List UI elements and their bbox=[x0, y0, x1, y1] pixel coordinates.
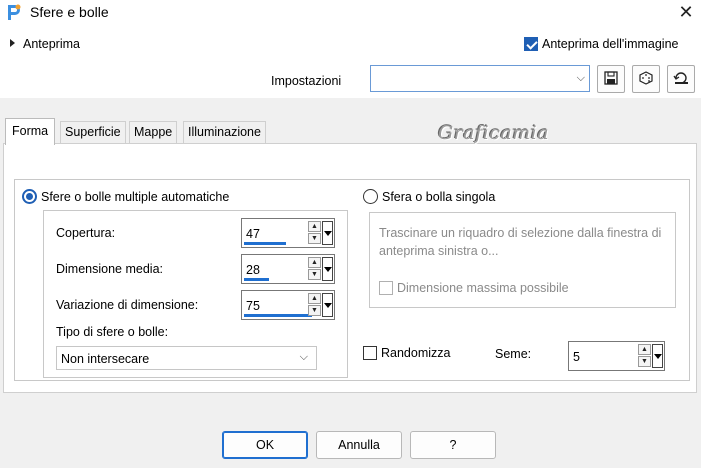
slider-dropdown-icon[interactable] bbox=[652, 344, 663, 368]
reset-icon bbox=[673, 72, 688, 84]
paintshop-icon bbox=[6, 3, 22, 21]
preview-toggle[interactable]: Anteprima bbox=[10, 37, 80, 51]
coverage-value: 47 bbox=[246, 227, 260, 241]
watermark-logo: Graficamia bbox=[438, 122, 550, 144]
preview-label: Anteprima bbox=[23, 37, 80, 51]
spin-up-icon[interactable]: ▲ bbox=[308, 221, 321, 232]
slider-dropdown-icon[interactable] bbox=[322, 257, 333, 281]
settings-dropdown[interactable]: ⌵ bbox=[370, 65, 590, 92]
multiple-label: Sfere o bolle multiple automatiche bbox=[41, 190, 230, 204]
mean-size-spinner[interactable]: 28 ▲ ▼ bbox=[241, 254, 335, 284]
image-preview-checkbox[interactable]: Anteprima dell'immagine bbox=[524, 37, 678, 51]
window-title: Sfere e bolle bbox=[30, 4, 109, 20]
seed-spinner[interactable]: 5 ▲ ▼ bbox=[568, 341, 665, 371]
coverage-bar bbox=[244, 242, 286, 245]
type-value: Non intersecare bbox=[61, 352, 150, 366]
save-icon bbox=[604, 71, 618, 85]
mean-size-value: 28 bbox=[246, 263, 260, 277]
seed-label: Seme: bbox=[495, 347, 532, 361]
spin-up-icon[interactable]: ▲ bbox=[638, 344, 651, 355]
image-preview-label: Anteprima dell'immagine bbox=[542, 37, 679, 51]
tab-superficie[interactable]: Superficie bbox=[60, 121, 126, 144]
close-icon[interactable]: ✕ bbox=[672, 0, 700, 26]
radio-selected-icon bbox=[22, 189, 37, 204]
multiple-radio[interactable]: Sfere o bolle multiple automatiche bbox=[22, 189, 234, 204]
slider-dropdown-icon[interactable] bbox=[322, 221, 333, 245]
max-size-checkbox[interactable]: Dimensione massima possibile bbox=[379, 281, 569, 295]
spin-down-icon[interactable]: ▼ bbox=[308, 233, 321, 244]
tab-forma[interactable]: Forma bbox=[5, 118, 56, 145]
single-hint: Trascinare un riquadro di selezione dall… bbox=[379, 226, 662, 258]
size-variation-value: 75 bbox=[246, 299, 260, 313]
help-button[interactable]: ? bbox=[410, 431, 496, 459]
spin-down-icon[interactable]: ▼ bbox=[638, 356, 651, 367]
reset-preset-button[interactable] bbox=[667, 65, 695, 93]
cancel-button[interactable]: Annulla bbox=[316, 431, 402, 459]
spin-up-icon[interactable]: ▲ bbox=[308, 257, 321, 268]
tab-illuminazione[interactable]: Illuminazione bbox=[183, 121, 266, 144]
checkbox-unchecked-icon bbox=[363, 346, 377, 360]
expand-triangle-icon bbox=[10, 39, 15, 47]
seed-value: 5 bbox=[573, 350, 580, 364]
chevron-down-icon: ⌵ bbox=[576, 72, 585, 84]
randomize-preset-button[interactable] bbox=[632, 65, 660, 93]
randomize-label: Randomizza bbox=[381, 346, 451, 360]
coverage-spinner[interactable]: 47 ▲ ▼ bbox=[241, 218, 335, 248]
checkbox-checked-icon bbox=[524, 37, 538, 51]
size-variation-label: Variazione di dimensione: bbox=[56, 298, 199, 312]
coverage-label: Copertura: bbox=[56, 226, 116, 240]
dice-icon bbox=[639, 71, 653, 85]
spin-up-icon[interactable]: ▲ bbox=[308, 293, 321, 304]
max-size-label: Dimensione massima possibile bbox=[397, 281, 569, 295]
randomize-checkbox[interactable]: Randomizza bbox=[363, 346, 450, 360]
save-preset-button[interactable] bbox=[597, 65, 625, 93]
single-radio[interactable]: Sfera o bolla singola bbox=[363, 189, 500, 204]
tab-mappe[interactable]: Mappe bbox=[129, 121, 178, 144]
mean-size-label: Dimensione media: bbox=[56, 262, 163, 276]
chevron-down-icon: ⌵ bbox=[299, 351, 308, 363]
spin-down-icon[interactable]: ▼ bbox=[308, 269, 321, 280]
type-label: Tipo di sfere o bolle: bbox=[56, 325, 169, 339]
settings-label: Impostazioni bbox=[271, 74, 342, 88]
radio-unselected-icon bbox=[363, 189, 378, 204]
single-label: Sfera o bolla singola bbox=[382, 190, 496, 204]
size-variation-bar bbox=[244, 314, 312, 317]
type-dropdown[interactable]: Non intersecare ⌵ bbox=[56, 346, 317, 370]
ok-button[interactable]: OK bbox=[222, 431, 308, 459]
slider-dropdown-icon[interactable] bbox=[322, 293, 333, 317]
spin-down-icon[interactable]: ▼ bbox=[308, 305, 321, 316]
checkbox-disabled-icon bbox=[379, 281, 393, 295]
mean-size-bar bbox=[244, 278, 269, 281]
size-variation-spinner[interactable]: 75 ▲ ▼ bbox=[241, 290, 335, 320]
